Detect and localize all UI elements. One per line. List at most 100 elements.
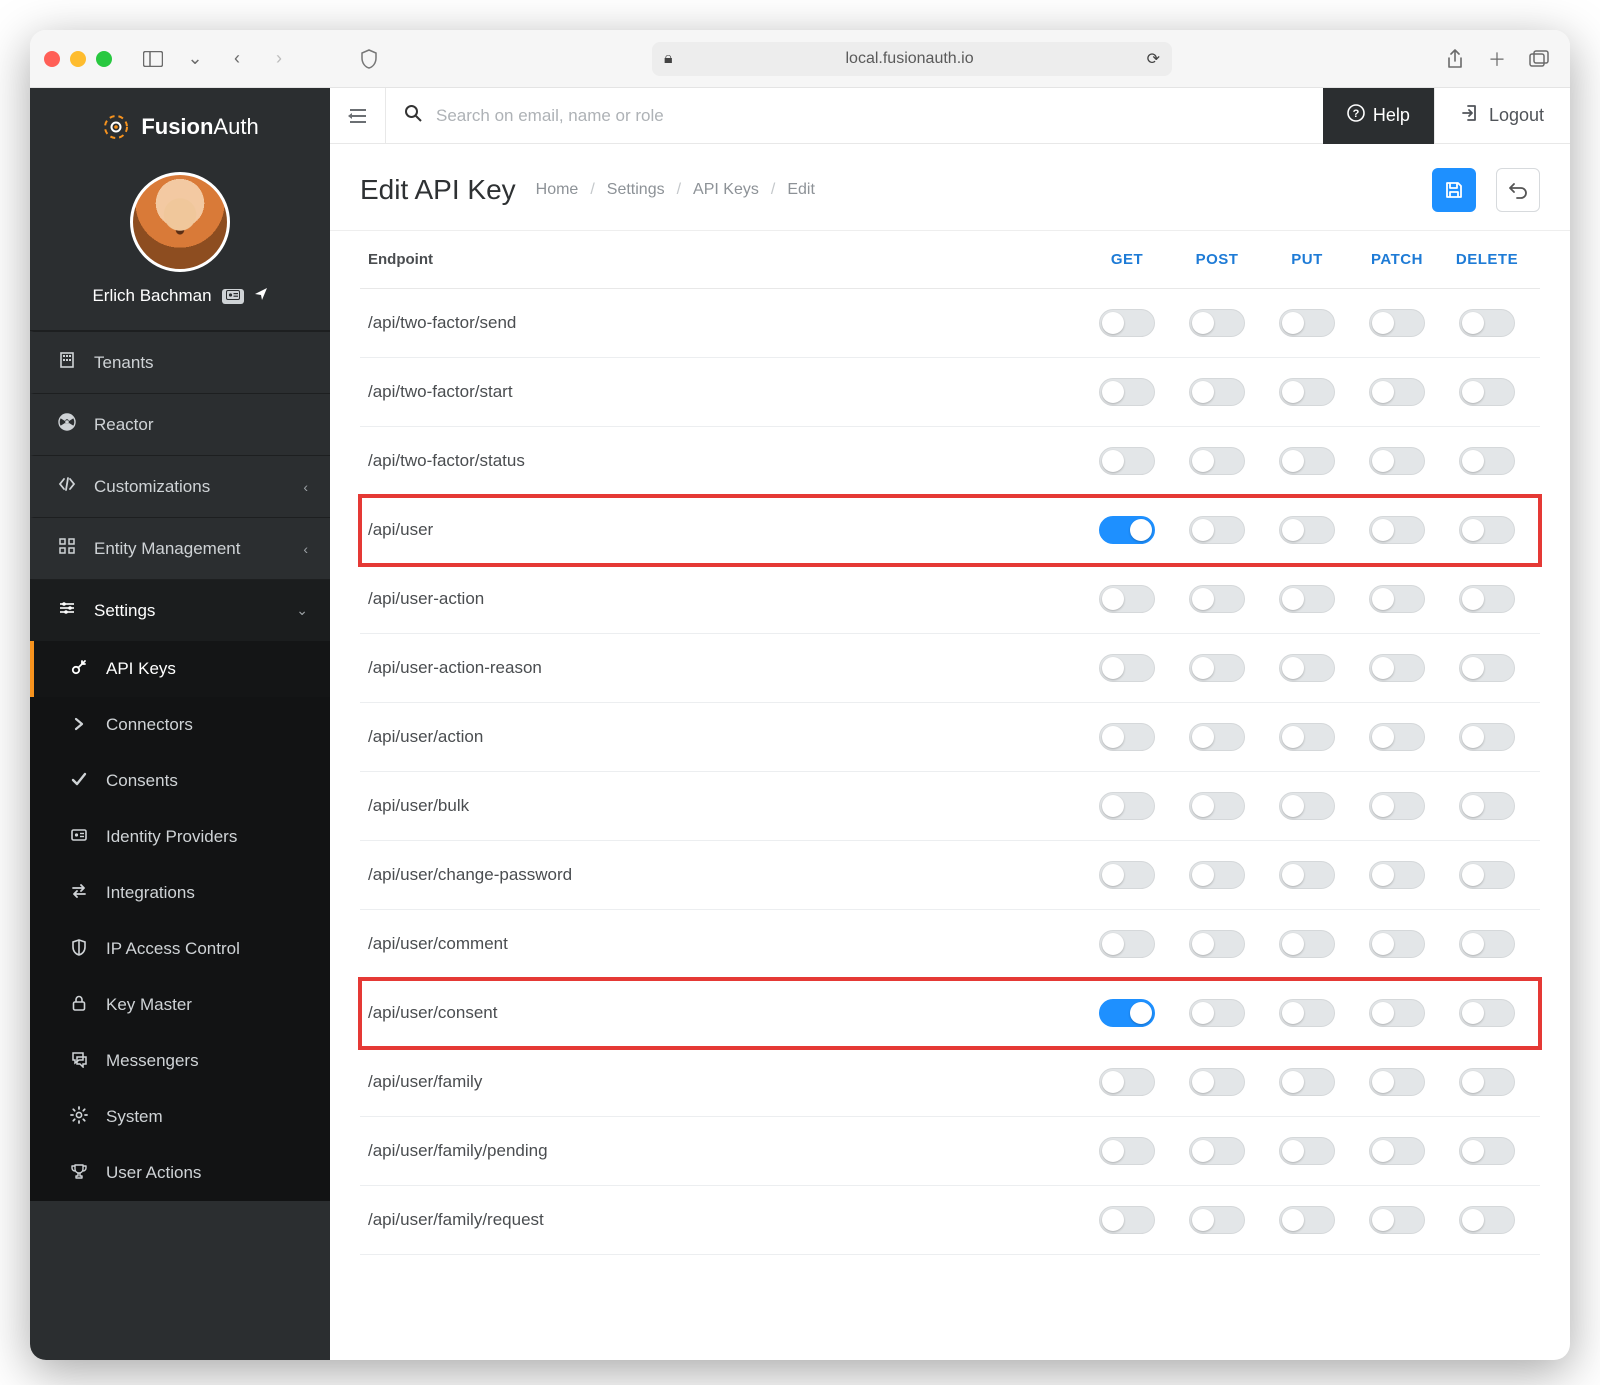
put-toggle[interactable] [1279,1206,1335,1234]
post-toggle[interactable] [1189,585,1245,613]
delete-toggle[interactable] [1459,447,1515,475]
post-toggle[interactable] [1189,516,1245,544]
breadcrumb-item[interactable]: Edit [787,181,815,199]
delete-toggle[interactable] [1459,792,1515,820]
post-toggle[interactable] [1189,792,1245,820]
get-toggle[interactable] [1099,1068,1155,1096]
nav-tenants[interactable]: Tenants [30,331,330,393]
col-put[interactable]: PUT [1262,251,1352,268]
nav-customizations[interactable]: Customizations‹ [30,455,330,517]
logout-button[interactable]: Logout [1434,88,1570,144]
put-toggle[interactable] [1279,1137,1335,1165]
post-toggle[interactable] [1189,1068,1245,1096]
reload-icon[interactable]: ⟳ [1147,49,1160,69]
post-toggle[interactable] [1189,1206,1245,1234]
delete-toggle[interactable] [1459,999,1515,1027]
post-toggle[interactable] [1189,999,1245,1027]
nav-sub-messengers[interactable]: Messengers [30,1033,330,1089]
help-button[interactable]: ? Help [1323,88,1434,144]
patch-toggle[interactable] [1369,516,1425,544]
breadcrumb-item[interactable]: API Keys [693,181,759,199]
post-toggle[interactable] [1189,861,1245,889]
patch-toggle[interactable] [1369,654,1425,682]
nav-sub-user-actions[interactable]: User Actions [30,1145,330,1201]
patch-toggle[interactable] [1369,1068,1425,1096]
nav-sub-system[interactable]: System [30,1089,330,1145]
delete-toggle[interactable] [1459,1206,1515,1234]
post-toggle[interactable] [1189,378,1245,406]
nav-sub-key-master[interactable]: Key Master [30,977,330,1033]
nav-settings[interactable]: Settings⌄ [30,579,330,641]
nav-sub-identity-providers[interactable]: Identity Providers [30,809,330,865]
get-toggle[interactable] [1099,999,1155,1027]
undo-button[interactable] [1496,168,1540,212]
patch-toggle[interactable] [1369,585,1425,613]
collapse-sidebar-icon[interactable] [330,88,386,144]
nav-sub-connectors[interactable]: Connectors [30,697,330,753]
share-icon[interactable] [1438,42,1472,76]
get-toggle[interactable] [1099,516,1155,544]
search-input[interactable] [436,106,1305,126]
delete-toggle[interactable] [1459,654,1515,682]
post-toggle[interactable] [1189,309,1245,337]
get-toggle[interactable] [1099,654,1155,682]
patch-toggle[interactable] [1369,861,1425,889]
get-toggle[interactable] [1099,792,1155,820]
patch-toggle[interactable] [1369,930,1425,958]
window-maximize-icon[interactable] [96,51,112,67]
get-toggle[interactable] [1099,861,1155,889]
sidebar-toggle-icon[interactable] [136,42,170,76]
col-patch[interactable]: PATCH [1352,251,1442,268]
get-toggle[interactable] [1099,309,1155,337]
nav-sub-consents[interactable]: Consents [30,753,330,809]
patch-toggle[interactable] [1369,1137,1425,1165]
save-button[interactable] [1432,168,1476,212]
col-delete[interactable]: DELETE [1442,251,1532,268]
window-minimize-icon[interactable] [70,51,86,67]
delete-toggle[interactable] [1459,516,1515,544]
put-toggle[interactable] [1279,654,1335,682]
patch-toggle[interactable] [1369,792,1425,820]
shield-privacy-icon[interactable] [352,42,386,76]
brand[interactable]: FusionAuth [30,88,330,166]
address-bar[interactable]: 🔒︎ local.fusionauth.io ⟳ [652,42,1172,76]
get-toggle[interactable] [1099,447,1155,475]
put-toggle[interactable] [1279,792,1335,820]
nav-sub-integrations[interactable]: Integrations [30,865,330,921]
put-toggle[interactable] [1279,723,1335,751]
post-toggle[interactable] [1189,447,1245,475]
post-toggle[interactable] [1189,1137,1245,1165]
location-arrow-icon[interactable] [254,286,268,306]
put-toggle[interactable] [1279,930,1335,958]
post-toggle[interactable] [1189,930,1245,958]
breadcrumb-item[interactable]: Home [536,181,579,199]
delete-toggle[interactable] [1459,1137,1515,1165]
col-get[interactable]: GET [1082,251,1172,268]
tabs-overview-icon[interactable] [1522,42,1556,76]
nav-entity-management[interactable]: Entity Management‹ [30,517,330,579]
get-toggle[interactable] [1099,930,1155,958]
forward-icon[interactable]: › [262,42,296,76]
nav-sub-ip-access-control[interactable]: IP Access Control [30,921,330,977]
delete-toggle[interactable] [1459,585,1515,613]
put-toggle[interactable] [1279,861,1335,889]
chevron-down-icon[interactable]: ⌄ [178,42,212,76]
back-icon[interactable]: ‹ [220,42,254,76]
delete-toggle[interactable] [1459,378,1515,406]
delete-toggle[interactable] [1459,1068,1515,1096]
nav-sub-api-keys[interactable]: API Keys [30,641,330,697]
put-toggle[interactable] [1279,378,1335,406]
delete-toggle[interactable] [1459,723,1515,751]
patch-toggle[interactable] [1369,378,1425,406]
get-toggle[interactable] [1099,1206,1155,1234]
window-close-icon[interactable] [44,51,60,67]
patch-toggle[interactable] [1369,447,1425,475]
patch-toggle[interactable] [1369,309,1425,337]
id-badge-icon[interactable] [222,289,244,304]
patch-toggle[interactable] [1369,1206,1425,1234]
col-post[interactable]: POST [1172,251,1262,268]
get-toggle[interactable] [1099,723,1155,751]
new-tab-icon[interactable]: ＋ [1480,42,1514,76]
patch-toggle[interactable] [1369,999,1425,1027]
post-toggle[interactable] [1189,654,1245,682]
